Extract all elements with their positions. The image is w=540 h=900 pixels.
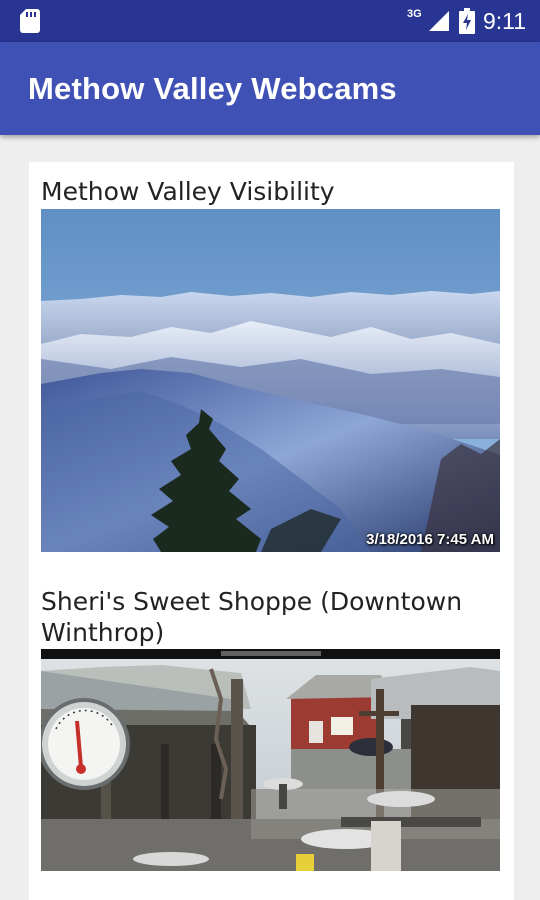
webcam-title: Methow Valley Visibility <box>41 177 335 206</box>
status-bar: 3G 9:11 <box>0 0 540 42</box>
clock: 9:11 <box>482 7 526 34</box>
webcam-image[interactable]: 3/18/2016 7:45 AM <box>41 209 500 552</box>
network-type-label: 3G <box>407 8 422 20</box>
webcam-image[interactable] <box>41 649 500 871</box>
mountain-view-image <box>41 209 500 552</box>
app-title: Methow Valley Webcams <box>28 71 397 106</box>
webcam-title: Sheri's Sweet Shoppe (Downtown Winthrop) <box>41 587 463 647</box>
battery-charging-icon <box>458 8 475 34</box>
signal-icon <box>428 11 449 31</box>
app-bar: Methow Valley Webcams <box>0 42 540 135</box>
sd-card-icon <box>20 9 40 33</box>
town-street-image <box>41 649 500 871</box>
webcam-timestamp: 3/18/2016 7:45 AM <box>366 531 494 548</box>
webcam-list: Methow Valley Visibility 3/18/2016 7:45 … <box>29 162 514 900</box>
